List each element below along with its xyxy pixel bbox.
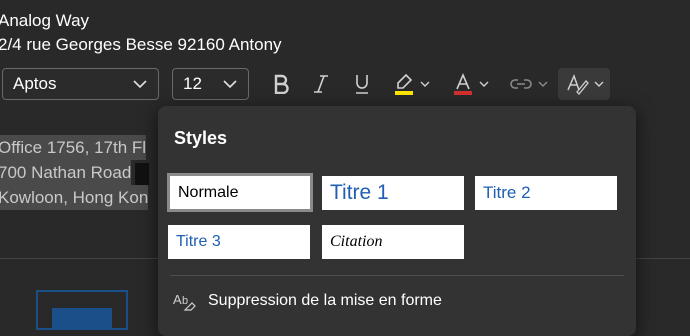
underline-icon (356, 75, 368, 94)
style-titre-1-label: Titre 1 (330, 181, 389, 204)
highlight-button[interactable] (387, 68, 435, 100)
highlighter-icon (394, 73, 413, 95)
styles-button[interactable] (558, 68, 610, 100)
style-normal-label: Normale (178, 183, 239, 201)
chevron-down-icon (479, 81, 488, 87)
bold-icon (274, 74, 289, 94)
clear-formatting-button[interactable]: A b Suppression de la mise en forme (172, 288, 442, 314)
selected-text-block[interactable]: Office 1756, 17th Fl 700 Nathan Road Kow… (0, 135, 153, 210)
link-button[interactable] (506, 68, 550, 100)
selected-line-2: 700 Nathan Road (0, 160, 132, 185)
chevron-down-icon (538, 81, 547, 87)
document-body[interactable]: Analog Way 2/4 rue Georges Besse 92160 A… (0, 9, 282, 57)
styles-icon (566, 73, 589, 95)
style-normal[interactable]: Normale (167, 173, 313, 212)
style-titre-3[interactable]: Titre 3 (168, 225, 310, 259)
style-citation[interactable]: Citation (322, 225, 464, 259)
underline-button[interactable] (347, 68, 377, 100)
doc-line-address: 2/4 rue Georges Besse 92160 Antony (0, 35, 282, 54)
font-color-icon (453, 72, 472, 95)
chevron-down-icon (594, 81, 603, 87)
text-cursor-block (135, 162, 150, 185)
styles-panel-title: Styles (174, 128, 228, 148)
clear-formatting-label: Suppression de la mise en forme (208, 292, 442, 309)
style-citation-label: Citation (330, 233, 383, 250)
selected-line-3: Kowloon, Hong Kon (0, 185, 149, 210)
italic-button[interactable] (306, 68, 336, 100)
svg-text:A: A (173, 292, 182, 307)
chevron-down-icon (420, 81, 429, 87)
link-icon (509, 79, 532, 89)
font-size-value: 12 (183, 74, 202, 93)
styles-panel: Styles Normale Titre 1 Titre 2 Titre 3 C… (158, 106, 636, 336)
selected-line-1: Office 1756, 17th Fl (0, 135, 147, 160)
style-titre-2-label: Titre 2 (483, 183, 531, 202)
panel-divider (170, 275, 624, 276)
font-family-dropdown[interactable]: Aptos (2, 68, 159, 100)
font-color-button[interactable] (448, 68, 492, 100)
page-divider (0, 258, 158, 259)
logo-image-fill (52, 308, 112, 328)
bold-button[interactable] (266, 68, 296, 100)
style-titre-3-label: Titre 3 (176, 233, 221, 250)
style-titre-2[interactable]: Titre 2 (475, 176, 617, 210)
font-size-dropdown[interactable]: 12 (172, 68, 249, 100)
doc-line-company: Analog Way (0, 11, 90, 30)
font-family-value: Aptos (13, 74, 57, 93)
svg-text:b: b (182, 295, 188, 307)
italic-icon (314, 75, 328, 93)
formatting-toolbar: Aptos 12 (0, 62, 690, 108)
chevron-down-icon (223, 80, 237, 89)
page-divider (636, 258, 690, 259)
clear-formatting-icon: A b (173, 292, 196, 311)
chevron-down-icon (133, 80, 147, 89)
style-titre-1[interactable]: Titre 1 (322, 176, 464, 210)
